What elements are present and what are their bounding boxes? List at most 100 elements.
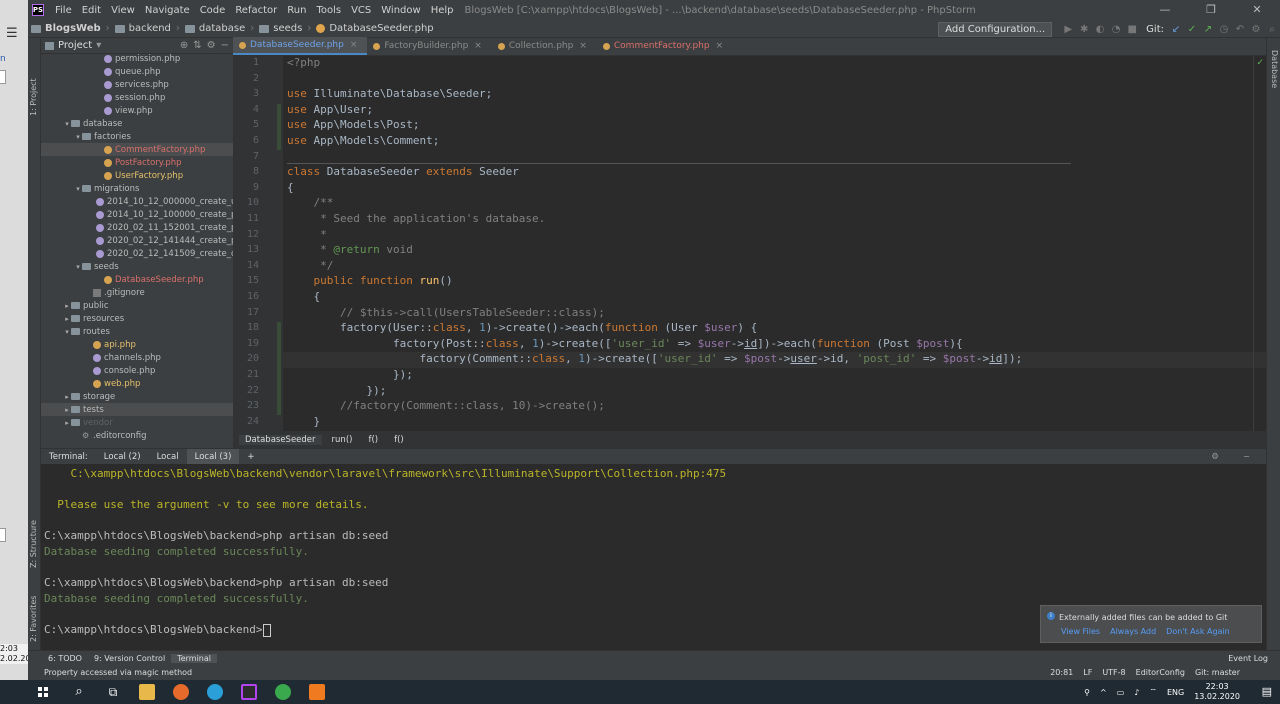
git-update-icon[interactable]: ↙ <box>1168 24 1184 35</box>
editor-tab[interactable]: Collection.php × <box>492 37 597 55</box>
close-tab-icon[interactable]: × <box>716 41 724 51</box>
git-branch[interactable]: Git: master <box>1195 668 1240 677</box>
settings-icon[interactable]: ⚙ <box>207 40 216 51</box>
git-push-icon[interactable]: ↗ <box>1200 24 1216 35</box>
xampp-icon[interactable] <box>309 684 325 700</box>
settings-icon[interactable]: ⚙ <box>1248 24 1264 35</box>
collapse-arrow-icon[interactable]: ▸ <box>63 302 71 310</box>
windows-start-icon[interactable] <box>38 687 48 697</box>
tree-item[interactable]: 2020_02_11_152001_create_permiss <box>41 221 233 234</box>
close-button[interactable]: ✕ <box>1234 0 1280 20</box>
search-icon[interactable]: ⌕ <box>71 684 87 700</box>
close-tab-icon[interactable]: × <box>579 41 587 51</box>
view-files-link[interactable]: View Files <box>1061 627 1100 636</box>
minimize-button[interactable]: — <box>1142 0 1188 20</box>
always-add-link[interactable]: Always Add <box>1110 627 1156 636</box>
tree-item[interactable]: console.php <box>41 364 233 377</box>
line-separator[interactable]: LF <box>1083 668 1092 677</box>
tree-item[interactable]: channels.php <box>41 351 233 364</box>
menu-view[interactable]: View <box>106 5 140 16</box>
git-commit-icon[interactable]: ✓ <box>1184 24 1200 35</box>
tree-item[interactable]: ⚙ .editorconfig <box>41 429 233 442</box>
tree-item[interactable]: DatabaseSeeder.php <box>41 273 233 286</box>
taskbar-clock[interactable]: 22:03 13.02.2020 <box>1194 682 1240 702</box>
locate-icon[interactable]: ⊕ <box>180 40 188 51</box>
tree-item[interactable]: 2014_10_12_000000_create_users_ta <box>41 195 233 208</box>
editorconfig-indicator[interactable]: EditorConfig <box>1136 668 1185 677</box>
favorites-tool-button[interactable]: 2: Favorites <box>29 596 38 642</box>
notifications-icon[interactable]: ▤ <box>1262 685 1272 698</box>
tree-item[interactable]: PostFactory.php <box>41 156 233 169</box>
expand-arrow-icon[interactable]: ▾ <box>63 120 71 128</box>
tree-item[interactable]: permission.php <box>41 52 233 65</box>
menu-refactor[interactable]: Refactor <box>230 5 282 16</box>
menu-file[interactable]: File <box>50 5 77 16</box>
tree-item[interactable]: services.php <box>41 78 233 91</box>
menu-window[interactable]: Window <box>376 5 425 16</box>
crumb-closure[interactable]: f() <box>388 435 410 445</box>
tree-item[interactable]: ▸ resources <box>41 312 233 325</box>
menu-edit[interactable]: Edit <box>77 5 106 16</box>
tree-item[interactable]: ▸ tests <box>41 403 233 416</box>
code-editor[interactable]: ✓ <box>283 56 1266 431</box>
collapse-arrow-icon[interactable]: ▸ <box>63 419 71 427</box>
tree-item[interactable]: queue.php <box>41 65 233 78</box>
tree-item[interactable]: ▾ database <box>41 117 233 130</box>
tray-chevron-icon[interactable]: ^ <box>1100 688 1107 697</box>
tree-item[interactable]: UserFactory.php <box>41 169 233 182</box>
run-icon[interactable]: ▶ <box>1060 24 1076 35</box>
tree-item[interactable]: ▾ routes <box>41 325 233 338</box>
tree-item[interactable]: view.php <box>41 104 233 117</box>
expand-arrow-icon[interactable]: ▾ <box>63 328 71 336</box>
volume-icon[interactable]: ♪ <box>1134 688 1139 697</box>
terminal-tab[interactable]: Local <box>149 452 187 462</box>
tree-item[interactable]: .gitignore <box>41 286 233 299</box>
close-tab-icon[interactable]: × <box>350 40 358 50</box>
collapse-arrow-icon[interactable]: ▸ <box>63 393 71 401</box>
stop-icon[interactable]: ■ <box>1124 24 1140 35</box>
breadcrumb-seeds[interactable]: seeds <box>256 23 305 34</box>
add-terminal-button[interactable]: + <box>239 452 262 462</box>
expand-arrow-icon[interactable]: ▾ <box>74 185 82 193</box>
menu-tools[interactable]: Tools <box>311 5 346 16</box>
crumb-closure[interactable]: f() <box>362 435 384 445</box>
debug-icon[interactable]: ✱ <box>1076 24 1092 35</box>
close-tab-icon[interactable]: × <box>474 41 482 51</box>
tree-item[interactable]: session.php <box>41 91 233 104</box>
task-view-icon[interactable]: ⧉ <box>105 684 121 700</box>
breadcrumb-database[interactable]: database <box>182 23 248 34</box>
settings-icon[interactable]: ⚙ <box>1203 452 1227 462</box>
file-explorer-icon[interactable] <box>139 684 155 700</box>
menu-icon[interactable]: ☰ <box>6 26 22 41</box>
editor-tab[interactable]: CommentFactory.php × <box>597 37 733 55</box>
file-encoding[interactable]: UTF-8 <box>1102 668 1125 677</box>
collapse-icon[interactable]: ⇅ <box>193 40 201 51</box>
tree-item[interactable]: ▾ factories <box>41 130 233 143</box>
language-indicator[interactable]: ENG <box>1167 688 1184 697</box>
todo-tool-button[interactable]: 6: TODO <box>42 654 88 663</box>
project-view-selector[interactable]: Project <box>58 40 92 51</box>
dont-ask-again-link[interactable]: Don't Ask Again <box>1166 627 1230 636</box>
hide-icon[interactable]: − <box>221 40 229 51</box>
menu-code[interactable]: Code <box>195 5 231 16</box>
git-revert-icon[interactable]: ↶ <box>1232 24 1248 35</box>
tree-item[interactable]: 2020_02_12_141509_create_comme <box>41 247 233 260</box>
menu-help[interactable]: Help <box>426 5 459 16</box>
phpstorm-taskbar-icon[interactable] <box>241 684 257 700</box>
git-history-icon[interactable]: ◷ <box>1216 24 1232 35</box>
add-configuration-button[interactable]: Add Configuration... <box>938 21 1053 37</box>
tree-item[interactable]: web.php <box>41 377 233 390</box>
expand-arrow-icon[interactable]: ▾ <box>74 263 82 271</box>
breadcrumb-backend[interactable]: backend <box>112 23 174 34</box>
database-tool-button[interactable]: Database <box>1270 50 1279 88</box>
tree-item[interactable]: 2014_10_12_100000_create_passwo <box>41 208 233 221</box>
breadcrumb-project[interactable]: BlogsWeb <box>28 23 104 34</box>
caret-position[interactable]: 20:81 <box>1050 668 1073 677</box>
project-tool-button[interactable]: 1: Project <box>29 78 38 116</box>
editor-tab[interactable]: FactoryBuilder.php × <box>367 37 491 55</box>
tree-item[interactable]: ▾ seeds <box>41 260 233 273</box>
tree-item[interactable]: 2020_02_12_141444_create_posts_ta <box>41 234 233 247</box>
editor-tab[interactable]: DatabaseSeeder.php × <box>233 37 368 55</box>
maximize-button[interactable]: ❐ <box>1188 0 1234 20</box>
terminal-tab[interactable]: Local (3) <box>186 448 240 465</box>
